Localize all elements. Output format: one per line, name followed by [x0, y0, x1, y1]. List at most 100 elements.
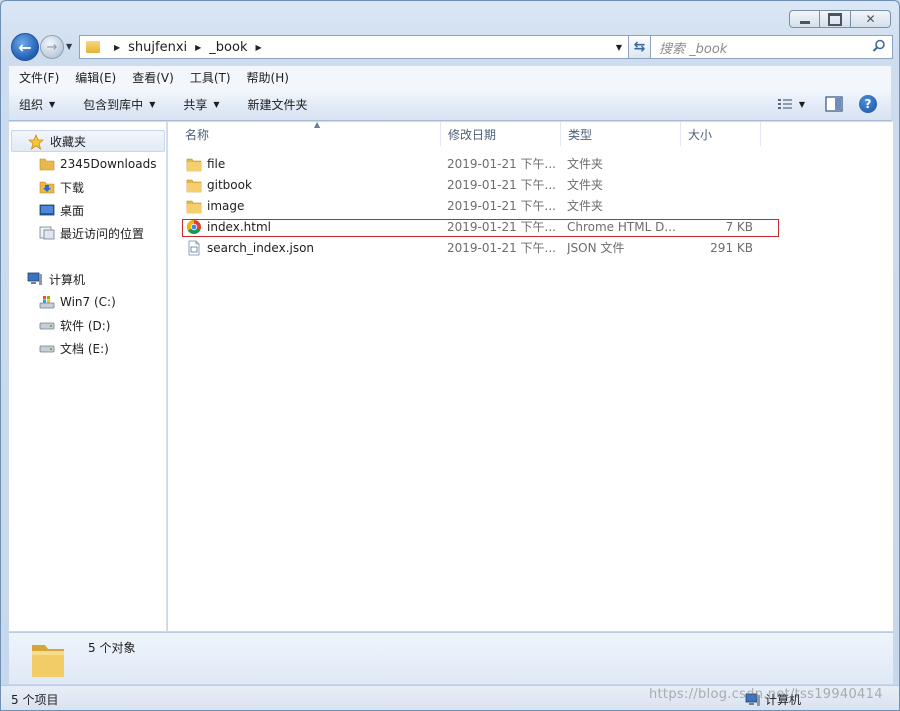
- column-header-label: 名称: [185, 127, 210, 142]
- column-header-label: 大小: [688, 127, 713, 142]
- file-name: gitbook: [207, 177, 252, 192]
- file-row[interactable]: image 2019-01-21 下午... 文件夹: [168, 195, 778, 216]
- minimize-button[interactable]: [789, 10, 820, 28]
- nav-item-label: 桌面: [60, 203, 85, 218]
- file-row[interactable]: file 2019-01-21 下午... 文件夹: [168, 153, 778, 174]
- caption-buttons: ✕: [789, 10, 891, 28]
- chevron-right-icon[interactable]: ▶: [195, 43, 201, 52]
- drive-icon: [39, 322, 55, 330]
- file-size: [681, 195, 753, 216]
- file-name: search_index.json: [207, 240, 315, 255]
- desktop-icon: [39, 204, 55, 216]
- file-size: [681, 174, 753, 195]
- nav-item-drive-c[interactable]: Win7 (C:): [39, 291, 116, 313]
- breadcrumb-segment[interactable]: shujfenxi: [128, 40, 187, 55]
- search-icon[interactable]: [872, 39, 886, 53]
- include-library-label: 包含到库中: [83, 97, 144, 112]
- nav-item-label: 软件 (D:): [60, 318, 111, 333]
- nav-item-label: 2345Downloads: [60, 157, 157, 171]
- file-name-cell: file: [186, 153, 436, 174]
- file-type: JSON 文件: [567, 241, 625, 255]
- command-bar-right: ▼ ?: [777, 95, 877, 113]
- column-header-name[interactable]: 名称 ▲: [178, 120, 441, 146]
- column-header-label: 类型: [568, 127, 593, 142]
- menu-view[interactable]: 查看(V): [124, 69, 182, 86]
- nav-item-label: Win7 (C:): [60, 295, 116, 309]
- view-options-icon[interactable]: [777, 97, 793, 111]
- menu-file[interactable]: 文件(F): [11, 69, 67, 86]
- favorites-header[interactable]: 收藏夹: [11, 130, 165, 152]
- file-type: 文件夹: [567, 199, 604, 213]
- chevron-right-icon[interactable]: ▶: [114, 43, 120, 52]
- menu-help[interactable]: 帮助(H): [239, 69, 297, 86]
- include-library-button[interactable]: 包含到库中 ▼: [83, 96, 155, 113]
- column-header-date[interactable]: 修改日期: [441, 122, 561, 146]
- recent-pages-dropdown[interactable]: ▼: [66, 42, 72, 51]
- explorer-window: ✕ ← → ▼ ▶ shujfenxi ▶ _book ▶ ▼ ⇆ 搜索 _bo…: [0, 0, 900, 711]
- json-file-icon: [188, 240, 200, 255]
- back-button[interactable]: ←: [11, 33, 39, 61]
- file-row[interactable]: search_index.json 2019-01-21 下午... JSON …: [168, 237, 778, 258]
- view-dropdown-icon[interactable]: ▼: [799, 100, 805, 109]
- star-icon: [28, 134, 44, 150]
- details-pane: 5 个对象: [9, 632, 893, 684]
- file-type: 文件夹: [567, 178, 604, 192]
- address-bar[interactable]: ▶ shujfenxi ▶ _book ▶ ▼: [79, 35, 629, 59]
- folder-icon: [186, 200, 202, 213]
- maximize-button[interactable]: [820, 10, 851, 28]
- file-name: file: [207, 156, 226, 171]
- nav-item-desktop[interactable]: 桌面: [39, 199, 84, 221]
- file-date: 2019-01-21 下午...: [447, 178, 556, 192]
- address-dropdown-icon[interactable]: ▼: [616, 43, 622, 52]
- nav-item-recent-places[interactable]: 最近访问的位置: [39, 222, 144, 244]
- computer-header[interactable]: 计算机: [11, 268, 165, 290]
- nav-item-drive-e[interactable]: 文档 (E:): [39, 337, 109, 359]
- maximize-icon: [828, 13, 842, 26]
- nav-item-drive-d[interactable]: 软件 (D:): [39, 314, 110, 336]
- column-header-label: 修改日期: [448, 127, 497, 142]
- file-size: 291 KB: [710, 240, 753, 255]
- folder-icon: [39, 158, 55, 171]
- search-input[interactable]: 搜索 _book: [650, 35, 893, 59]
- breadcrumb-segment[interactable]: _book: [209, 40, 247, 55]
- close-icon: ✕: [865, 12, 876, 26]
- share-label: 共享: [183, 97, 208, 112]
- column-header-size[interactable]: 大小: [681, 122, 761, 146]
- file-date: 2019-01-21 下午...: [447, 199, 556, 213]
- folder-icon: [32, 645, 64, 677]
- share-button[interactable]: 共享 ▼: [183, 96, 219, 113]
- recent-places-icon: [39, 226, 55, 240]
- file-size: [681, 153, 753, 174]
- organize-button[interactable]: 组织 ▼: [19, 96, 55, 113]
- help-icon[interactable]: ?: [859, 95, 877, 113]
- new-folder-button[interactable]: 新建文件夹: [248, 96, 308, 113]
- downloads-folder-icon: [39, 181, 55, 194]
- command-bar: 组织 ▼ 包含到库中 ▼ 共享 ▼ 新建文件夹 ▼ ?: [9, 88, 891, 121]
- nav-item-downloads[interactable]: 下载: [39, 176, 84, 198]
- refresh-button[interactable]: ⇆: [629, 35, 651, 59]
- close-button[interactable]: ✕: [851, 10, 891, 28]
- preview-pane-icon[interactable]: [825, 96, 843, 112]
- minimize-icon: [800, 15, 810, 24]
- file-row[interactable]: gitbook 2019-01-21 下午... 文件夹: [168, 174, 778, 195]
- nav-item-label: 文档 (E:): [60, 341, 109, 356]
- drive-icon: [39, 345, 55, 353]
- file-type: 文件夹: [567, 157, 604, 171]
- computer-icon: [27, 272, 42, 285]
- navigation-pane: 收藏夹 2345Downloads 下载 桌面 最近访问的位置 计算机 Win7…: [9, 122, 167, 631]
- chevron-down-icon: ▼: [49, 99, 56, 109]
- nav-item-2345downloads[interactable]: 2345Downloads: [39, 153, 156, 175]
- file-date: 2019-01-21 下午...: [447, 157, 556, 171]
- chevron-right-icon[interactable]: ▶: [255, 43, 261, 52]
- item-count: 5 个项目: [11, 693, 59, 707]
- file-name-cell: image: [186, 195, 436, 216]
- column-header-type[interactable]: 类型: [561, 122, 681, 146]
- highlight-box: [182, 219, 779, 237]
- menu-tools[interactable]: 工具(T): [182, 69, 239, 86]
- nav-item-label: 最近访问的位置: [60, 226, 145, 241]
- menu-edit[interactable]: 编辑(E): [67, 69, 124, 86]
- favorites-label: 收藏夹: [50, 134, 87, 149]
- folder-icon: [86, 41, 100, 53]
- forward-button[interactable]: →: [40, 35, 64, 59]
- file-date: 2019-01-21 下午...: [447, 241, 556, 255]
